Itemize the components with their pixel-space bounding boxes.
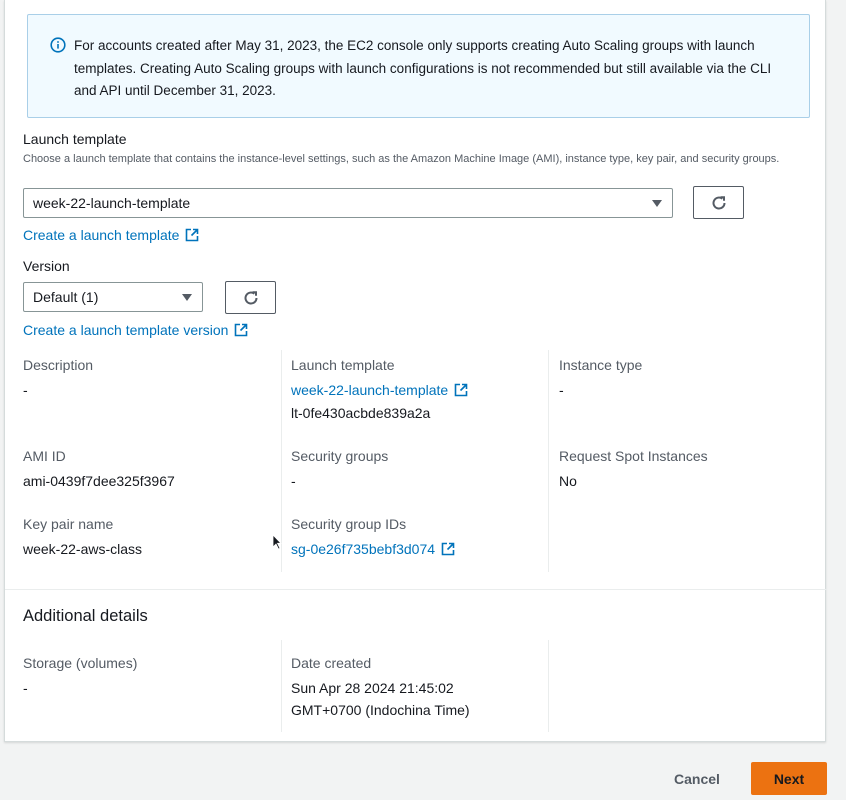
key-pair-value: week-22-aws-class — [23, 541, 143, 557]
version-label: Version — [23, 258, 70, 274]
create-launch-template-link-text: Create a launch template — [23, 227, 180, 243]
description-label: Description — [23, 357, 94, 373]
security-groups-value: - — [291, 473, 296, 489]
column-divider — [548, 350, 549, 572]
date-created-value-line2: GMT+0700 (Indochina Time) — [291, 702, 470, 718]
launch-template-detail-label: Launch template — [291, 357, 395, 373]
ami-id-value: ami-0439f7dee325f3967 — [23, 473, 175, 489]
launch-template-label: Launch template — [23, 131, 127, 147]
column-divider — [281, 640, 282, 732]
storage-label: Storage (volumes) — [23, 655, 138, 671]
column-divider — [548, 640, 549, 732]
info-icon — [50, 37, 66, 53]
external-link-icon — [235, 323, 248, 337]
launch-template-description: Choose a launch template that contains t… — [23, 153, 780, 165]
instance-type-label: Instance type — [559, 357, 643, 373]
launch-template-selected: week-22-launch-template — [33, 195, 191, 211]
date-created-value-line1: Sun Apr 28 2024 21:45:02 — [291, 680, 454, 696]
info-alert: For accounts created after May 31, 2023,… — [27, 14, 810, 118]
launch-template-panel: For accounts created after May 31, 2023,… — [4, 0, 827, 742]
caret-down-icon — [182, 294, 192, 301]
info-alert-text: For accounts created after May 31, 2023,… — [74, 38, 772, 98]
additional-details-title: Additional details — [23, 607, 148, 625]
launch-template-id-value: lt-0fe430acbde839a2a — [291, 405, 431, 421]
date-created-label: Date created — [291, 655, 372, 671]
security-group-id-link[interactable]: sg-0e26f735bebf3d074 — [291, 541, 455, 557]
refresh-versions-button[interactable] — [225, 281, 276, 314]
external-link-icon — [441, 542, 455, 556]
section-divider — [5, 589, 827, 590]
ami-id-label: AMI ID — [23, 448, 66, 464]
create-launch-template-version-link-text: Create a launch template version — [23, 322, 229, 338]
create-launch-template-version-link[interactable]: Create a launch template version — [23, 322, 248, 338]
security-groups-label: Security groups — [291, 448, 389, 464]
refresh-icon — [712, 195, 726, 209]
external-link-icon — [186, 228, 199, 242]
next-button[interactable]: Next — [751, 762, 827, 795]
refresh-launch-templates-button[interactable] — [693, 186, 744, 219]
launch-template-detail-link-text: week-22-launch-template — [291, 382, 449, 398]
key-pair-label: Key pair name — [23, 516, 114, 532]
storage-value: - — [23, 680, 28, 696]
request-spot-label: Request Spot Instances — [559, 448, 708, 464]
security-group-ids-label: Security group IDs — [291, 516, 407, 532]
version-selected: Default (1) — [33, 289, 99, 305]
cancel-button[interactable]: Cancel — [674, 771, 720, 787]
create-launch-template-link[interactable]: Create a launch template — [23, 227, 199, 243]
version-select[interactable]: Default (1) — [23, 282, 203, 312]
mouse-cursor-icon — [272, 534, 282, 550]
external-link-icon — [454, 383, 468, 397]
refresh-icon — [244, 290, 258, 304]
security-group-id-link-text: sg-0e26f735bebf3d074 — [291, 541, 436, 557]
request-spot-value: No — [559, 473, 577, 489]
launch-template-select[interactable]: week-22-launch-template — [23, 188, 673, 218]
caret-down-icon — [652, 200, 662, 207]
instance-type-value: - — [559, 382, 564, 398]
launch-template-detail-link[interactable]: week-22-launch-template — [291, 382, 468, 398]
description-value: - — [23, 382, 28, 398]
